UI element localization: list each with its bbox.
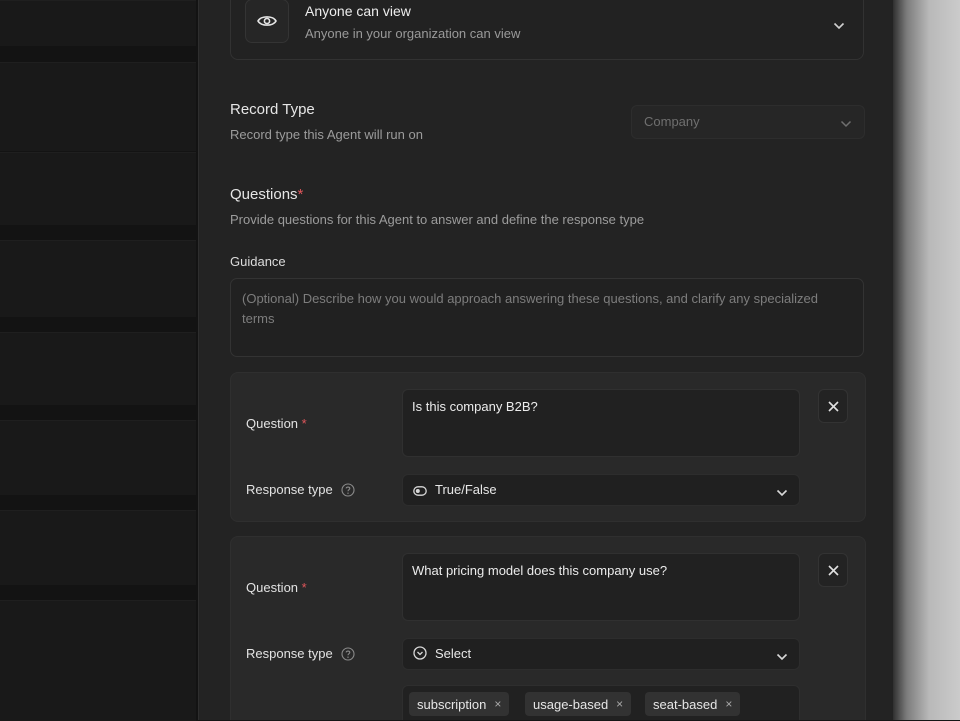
chevron-down-icon: [776, 484, 788, 502]
option-chip: subscription ×: [409, 692, 510, 716]
background-row: [0, 152, 196, 225]
response-type-value: Select: [435, 646, 472, 661]
question-label: Question *: [246, 580, 307, 595]
question-card: Question * Is this company B2B? Response…: [230, 372, 866, 522]
question-text: Is this company B2B?: [412, 399, 538, 414]
chevron-circle-icon: [413, 646, 427, 665]
options-input[interactable]: subscription × usage-based × seat-based …: [402, 685, 800, 720]
response-type-label-text: Response type: [246, 646, 333, 661]
background-row: [0, 0, 196, 46]
chevron-down-icon: [833, 17, 845, 35]
question-card: Question * What pricing model does this …: [230, 536, 866, 720]
option-label: subscription: [417, 696, 487, 712]
option-chip: usage-based ×: [525, 692, 632, 716]
response-type-label: Response type: [246, 482, 355, 497]
response-type-select[interactable]: Select: [402, 638, 800, 670]
backdrop: [892, 0, 960, 720]
record-type-value: Company: [644, 114, 700, 129]
agent-settings-panel: Anyone can view Anyone in your organizat…: [198, 0, 893, 720]
question-label-text: Question: [246, 416, 299, 431]
question-label: Question *: [246, 416, 307, 431]
question-text: What pricing model does this company use…: [412, 563, 668, 578]
help-circle-icon[interactable]: [341, 646, 355, 661]
question-input[interactable]: What pricing model does this company use…: [402, 553, 800, 621]
background-list: [0, 0, 198, 721]
background-row: [0, 420, 196, 495]
background-row: [0, 62, 196, 151]
record-type-select[interactable]: Company: [631, 105, 865, 139]
guidance-textarea[interactable]: (Optional) Describe how you would approa…: [230, 278, 864, 357]
option-label: usage-based: [533, 696, 609, 712]
question-label-text: Question: [246, 580, 299, 595]
close-icon: [827, 400, 839, 412]
remove-question-button[interactable]: [818, 553, 848, 587]
visibility-select[interactable]: Anyone can view Anyone in your organizat…: [230, 0, 864, 60]
background-row: [0, 240, 196, 317]
response-type-value: True/False: [435, 482, 497, 497]
questions-title-text: Questions: [230, 186, 298, 203]
background-row: [0, 332, 196, 405]
toggle-icon: [413, 483, 427, 501]
remove-option-button[interactable]: ×: [494, 697, 501, 711]
chevron-down-icon: [776, 648, 788, 666]
guidance-label: Guidance: [230, 254, 286, 269]
response-type-label-text: Response type: [246, 482, 333, 497]
remove-question-button[interactable]: [818, 389, 848, 423]
guidance-placeholder: (Optional) Describe how you would approa…: [242, 291, 818, 326]
eye-icon: [245, 0, 289, 43]
response-type-select[interactable]: True/False: [402, 474, 800, 506]
required-marker: *: [301, 580, 307, 595]
chevron-down-icon: [840, 116, 852, 131]
remove-option-button[interactable]: ×: [725, 697, 732, 711]
visibility-title: Anyone can view: [305, 3, 411, 19]
questions-title: Questions*: [230, 186, 303, 203]
required-marker: *: [301, 416, 307, 431]
visibility-subtitle: Anyone in your organization can view: [305, 26, 521, 41]
option-label: seat-based: [653, 696, 718, 712]
required-marker: *: [297, 186, 304, 203]
record-type-title: Record Type: [230, 101, 315, 118]
questions-subtitle: Provide questions for this Agent to answ…: [230, 212, 645, 227]
help-circle-icon[interactable]: [341, 482, 355, 497]
question-input[interactable]: Is this company B2B?: [402, 389, 800, 457]
record-type-subtitle: Record type this Agent will run on: [230, 127, 423, 142]
remove-option-button[interactable]: ×: [616, 697, 623, 711]
option-chip: seat-based ×: [645, 692, 741, 716]
background-row: [0, 510, 196, 585]
background-row: [0, 600, 196, 721]
response-type-label: Response type: [246, 646, 355, 661]
close-icon: [827, 564, 839, 576]
